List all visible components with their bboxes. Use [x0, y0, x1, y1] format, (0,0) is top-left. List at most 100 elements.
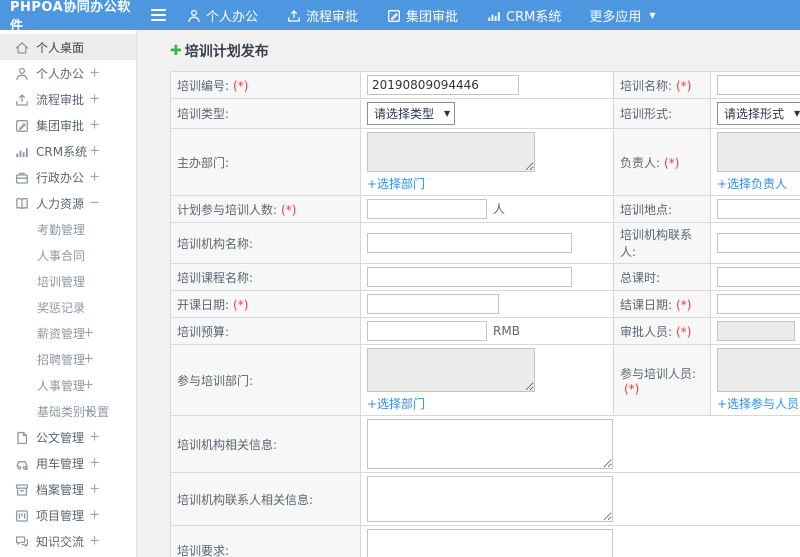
sidebar-item-knowledge-exchange[interactable]: 知识交流 +	[0, 528, 136, 554]
training-form-label: 培训形式:	[613, 98, 711, 129]
sidebar-item-attendance-mgmt[interactable]: 考勤管理	[0, 216, 136, 242]
page-title: ✚ 培训计划发布	[170, 41, 800, 61]
select-leader-link[interactable]: +选择负责人	[717, 175, 800, 192]
table-row: 参与培训部门: +选择部门 参与培训人员:(*) +选择参与人员	[170, 344, 800, 416]
expand-plus-icon[interactable]: +	[89, 171, 100, 184]
expand-plus-icon[interactable]: +	[89, 509, 100, 522]
org-contact-input[interactable]	[717, 233, 800, 253]
training-name-input[interactable]	[717, 75, 800, 95]
host-dept-textarea[interactable]	[367, 132, 535, 172]
table-row: 开课日期: (*) 结课日期: (*)	[170, 290, 800, 318]
org-info-textarea[interactable]	[367, 419, 613, 469]
select-dept-link[interactable]: +选择部门	[367, 175, 607, 192]
sidebar-item-group-approval[interactable]: 集团审批 +	[0, 112, 136, 138]
header-nav: 个人办公 流程审批 集团审批 CRM系统 更多应用 ▼	[186, 6, 684, 25]
start-date-input[interactable]	[367, 294, 499, 314]
sidebar-item-training-mgmt[interactable]: 培训管理	[0, 268, 136, 294]
unit-suffix: 人	[493, 201, 506, 216]
nav-crm-system[interactable]: CRM系统	[486, 6, 561, 25]
nav-label: 流程审批	[306, 9, 359, 25]
training-type-select[interactable]: 请选择类型 ▼	[367, 102, 456, 125]
sidebar-item-personal-desktop[interactable]: 个人桌面	[0, 34, 136, 60]
sidebar-item-label: 流程审批	[36, 92, 85, 107]
nav-personal-office[interactable]: 个人办公	[186, 6, 258, 25]
required-mark: (*)	[624, 381, 640, 396]
select-dept-link[interactable]: +选择部门	[367, 395, 607, 412]
sidebar-item-personnel-mgmt[interactable]: 人事管理 +	[0, 372, 136, 398]
table-row: 培训要求:	[170, 525, 800, 557]
expand-plus-icon[interactable]: +	[83, 379, 94, 392]
total-hours-input[interactable]	[717, 267, 800, 287]
sidebar-item-base-category[interactable]: 基础类别设置 +	[0, 398, 136, 424]
sidebar-item-hr-contract[interactable]: 人事合同	[0, 242, 136, 268]
archive-icon	[15, 484, 28, 496]
table-row: 培训类型: 请选择类型 ▼ 培训形式: 请选择形式 ▼	[170, 98, 800, 129]
select-value: 请选择形式	[724, 107, 785, 121]
sidebar-item-archive-mgmt[interactable]: 档案管理 +	[0, 476, 136, 502]
sidebar-item-label: 基础类别设置	[37, 404, 110, 419]
sidebar-item-recruit-mgmt[interactable]: 招聘管理 +	[0, 346, 136, 372]
training-type-label: 培训类型:	[170, 98, 361, 129]
table-row: 培训机构相关信息:	[170, 415, 800, 473]
sidebar-item-admin-office[interactable]: 行政办公 +	[0, 164, 136, 190]
sidebar-item-reward-record[interactable]: 奖惩记录	[0, 294, 136, 320]
sidebar-item-label: 人事管理	[37, 378, 86, 393]
expand-plus-icon[interactable]: +	[89, 457, 100, 470]
training-form-select[interactable]: 请选择形式 ▼	[717, 102, 800, 125]
sidebar-item-human-resources[interactable]: 人力资源 −	[0, 190, 136, 216]
sidebar-item-vehicle-mgmt[interactable]: 用车管理 +	[0, 450, 136, 476]
end-date-input[interactable]	[717, 294, 800, 314]
approver-input[interactable]	[717, 321, 795, 341]
required-mark: (*)	[676, 324, 692, 339]
requirements-textarea[interactable]	[367, 529, 613, 557]
expand-plus-icon[interactable]: +	[89, 93, 100, 106]
expand-plus-icon[interactable]: +	[83, 327, 94, 340]
sidebar-item-salary-mgmt[interactable]: 薪资管理 +	[0, 320, 136, 346]
sidebar-item-label: 项目管理	[36, 508, 85, 523]
planned-count-input[interactable]	[367, 199, 487, 219]
table-row: 培训机构名称: 培训机构联系人:	[170, 222, 800, 264]
org-contact-info-textarea[interactable]	[367, 476, 613, 522]
participants-textarea[interactable]	[717, 348, 800, 392]
expand-plus-icon[interactable]: +	[89, 145, 100, 158]
sidebar-item-label: 薪资管理	[37, 326, 86, 341]
sidebar-item-project-mgmt[interactable]: 项目管理 +	[0, 502, 136, 528]
nav-workflow-approval[interactable]: 流程审批	[286, 6, 358, 25]
collapse-minus-icon[interactable]: −	[89, 197, 100, 210]
leader-textarea[interactable]	[717, 132, 800, 172]
nav-more-apps[interactable]: 更多应用 ▼	[589, 6, 655, 25]
sidebar-item-label: 奖惩记录	[37, 300, 86, 315]
participants-label: 参与培训人员:(*)	[613, 344, 711, 416]
table-row: 培训预算: RMB 审批人员:(*) +选择审批人员	[170, 317, 800, 345]
sidebar-item-official-doc-mgmt[interactable]: 公文管理 +	[0, 424, 136, 450]
page-title-text: 培训计划发布	[184, 44, 269, 60]
table-row: 培训课程名称: 总课时:	[170, 263, 800, 291]
expand-plus-icon[interactable]: +	[89, 535, 100, 548]
training-no-input[interactable]	[367, 75, 519, 95]
caret-down-icon: ▼	[444, 109, 451, 118]
sidebar-item-label: 培训管理	[37, 274, 86, 289]
menu-toggle-icon[interactable]	[151, 9, 166, 21]
end-date-label: 结课日期: (*)	[613, 290, 711, 318]
expand-plus-icon[interactable]: +	[89, 483, 100, 496]
sidebar-item-label: 知识交流	[36, 534, 85, 549]
sidebar-item-crm[interactable]: CRM系统 +	[0, 138, 136, 164]
location-input[interactable]	[717, 199, 800, 219]
table-row: 计划参与培训人数: (*) 人 培训地点:	[170, 195, 800, 223]
expand-plus-icon[interactable]: +	[89, 67, 100, 80]
expand-plus-icon[interactable]: +	[89, 431, 100, 444]
org-name-input[interactable]	[367, 233, 572, 253]
course-name-input[interactable]	[367, 267, 572, 287]
project-icon	[15, 510, 28, 522]
select-participants-link[interactable]: +选择参与人员	[717, 395, 800, 412]
nav-label: CRM系统	[506, 9, 562, 25]
expand-plus-icon[interactable]: +	[83, 405, 94, 418]
budget-input[interactable]	[367, 321, 487, 341]
participating-dept-textarea[interactable]	[367, 348, 535, 392]
sidebar-item-workflow-approval[interactable]: 流程审批 +	[0, 86, 136, 112]
main-content: ✚ 培训计划发布 培训编号:(*) 培训名称:(*) 培训类型: 请选择类型 ▼	[138, 30, 800, 557]
nav-group-approval[interactable]: 集团审批	[386, 6, 458, 25]
expand-plus-icon[interactable]: +	[83, 353, 94, 366]
sidebar-item-personal-office[interactable]: 个人办公 +	[0, 60, 136, 86]
expand-plus-icon[interactable]: +	[89, 119, 100, 132]
